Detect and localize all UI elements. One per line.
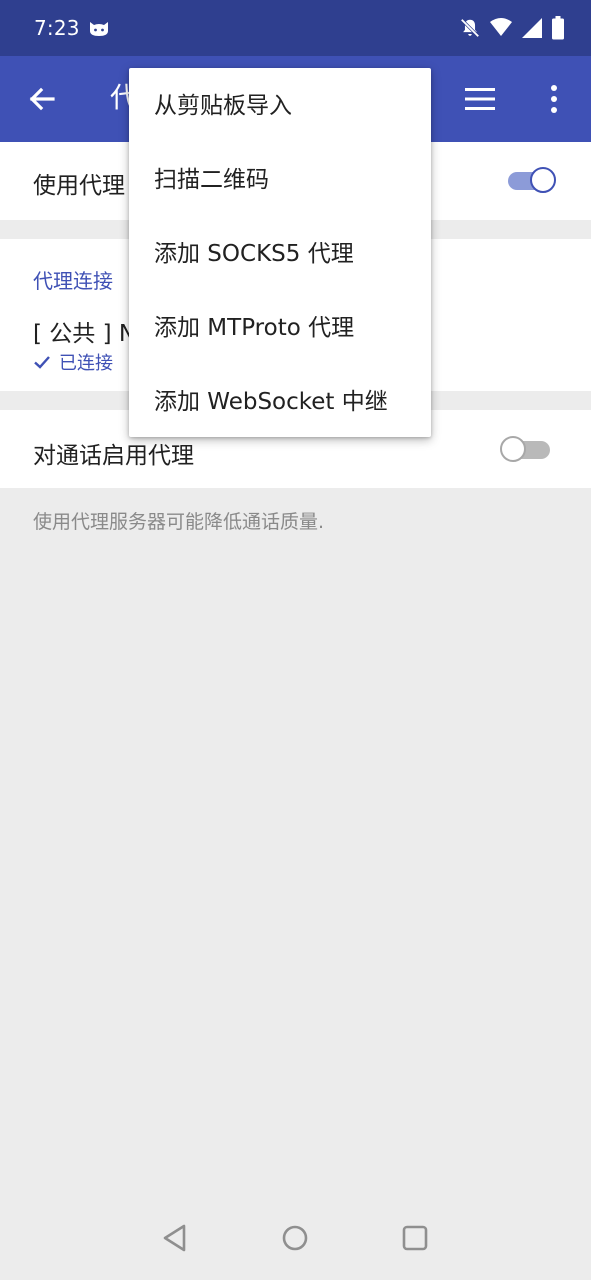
calls-note: 使用代理服务器可能降低通话质量. (33, 511, 325, 533)
menu-item-add-socks5[interactable]: 添加 SOCKS5 代理 (129, 217, 431, 291)
battery-icon (552, 16, 564, 40)
back-arrow-icon[interactable] (22, 79, 62, 119)
menu-item-import-clipboard[interactable]: 从剪贴板导入 (129, 69, 431, 143)
more-vertical-icon[interactable] (538, 81, 570, 117)
signal-icon (522, 18, 542, 38)
proxy-status-text: 已连接 (59, 353, 113, 374)
menu-item-scan-qr[interactable]: 扫描二维码 (129, 143, 431, 217)
back-triangle-icon[interactable] (159, 1222, 191, 1254)
popup-menu: 从剪贴板导入 扫描二维码 添加 SOCKS5 代理 添加 MTProto 代理 … (129, 68, 431, 437)
toggle-thumb (500, 436, 526, 462)
use-proxy-label: 使用代理 (33, 173, 125, 199)
cat-face-icon (90, 22, 108, 36)
calls-proxy-label: 对通话启用代理 (33, 443, 194, 469)
status-bar: 7:23 (0, 0, 591, 56)
home-circle-icon[interactable] (279, 1222, 311, 1254)
check-icon (34, 356, 50, 369)
bell-off-icon (460, 18, 480, 38)
toggle-thumb (530, 167, 556, 193)
calls-proxy-toggle[interactable] (500, 436, 552, 462)
proxy-name[interactable]: [ 公共 ] N (33, 314, 136, 348)
status-icons (459, 14, 565, 42)
recents-square-icon[interactable] (399, 1222, 431, 1254)
list-icon[interactable] (460, 81, 500, 117)
status-time: 7:23 (34, 16, 80, 40)
proxy-section-title: 代理连接 (33, 269, 113, 293)
screen: 7:23 代 使用代理 代理连接 [公共] N 已连接 对通话启用代理 使用… (0, 0, 591, 1280)
proxy-status: 已连接 (33, 349, 113, 375)
use-proxy-toggle[interactable] (504, 167, 556, 193)
wifi-icon (490, 18, 512, 36)
navigation-bar (0, 1196, 591, 1280)
menu-item-add-mtproto[interactable]: 添加 MTProto 代理 (129, 291, 431, 365)
menu-item-add-websocket[interactable]: 添加 WebSocket 中继 (129, 365, 431, 439)
